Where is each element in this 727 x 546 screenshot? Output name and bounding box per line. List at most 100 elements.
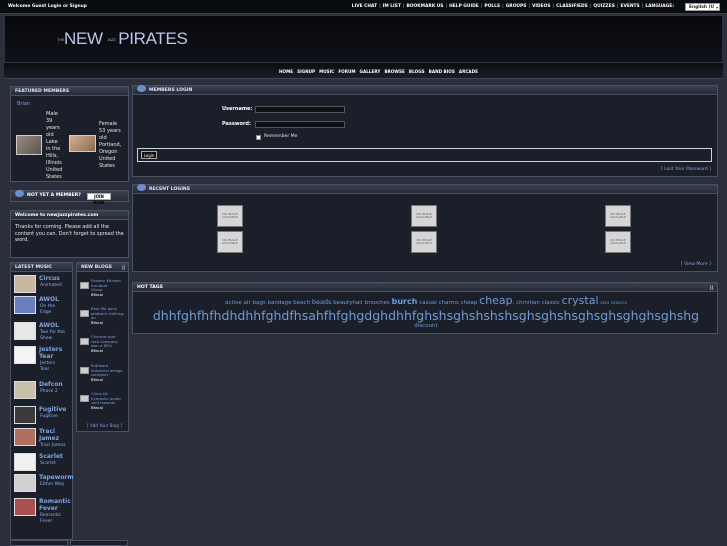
top-link-events[interactable]: EVENTS: [619, 0, 640, 14]
top-link-help[interactable]: HELP GUIDE: [448, 0, 480, 14]
nav-signup[interactable]: SIGNUP: [297, 69, 315, 74]
tag-link[interactable]: classic: [542, 300, 560, 306]
tag-link[interactable]: discount: [414, 323, 437, 329]
top-link-groups[interactable]: GROUPS: [505, 0, 528, 14]
tag-link[interactable]: cxcx: [600, 300, 609, 305]
music-title[interactable]: Tapeworm: [39, 474, 74, 481]
blog-thumb[interactable]: [80, 310, 89, 317]
music-title[interactable]: Circus: [39, 275, 60, 282]
login-button[interactable]: Login: [141, 151, 157, 159]
language-select[interactable]: English (U ▾: [685, 3, 720, 11]
music-artist[interactable]: Tear: [40, 367, 49, 373]
recent-login-thumb[interactable]: NO IMAGE AVAILABLE: [217, 231, 243, 253]
music-title[interactable]: Traci: [39, 428, 55, 435]
album-cover[interactable]: [14, 322, 36, 340]
tag-link[interactable]: cheap: [479, 294, 513, 307]
blog-text[interactable]: Blue life pony platform clothing on BYacol: [91, 306, 127, 325]
collapse-icon[interactable]: ||: [710, 283, 713, 292]
tag-link[interactable]: beach: [293, 300, 310, 306]
blog-author[interactable]: BYacol: [91, 348, 103, 353]
music-title[interactable]: AWOL: [39, 322, 59, 329]
blog-text[interactable]: Chinese spot rock company won a 80% BYacol: [91, 334, 127, 353]
blog-text[interactable]: China Dc hydraulic pump sent inwards BYacol: [91, 391, 127, 410]
album-cover[interactable]: [14, 474, 36, 492]
nav-home[interactable]: HOME: [279, 69, 293, 74]
tag-link[interactable]: cheap: [461, 300, 478, 306]
recent-login-thumb[interactable]: NO IMAGE AVAILABLE: [411, 205, 437, 227]
music-artist[interactable]: Scarlet: [40, 461, 56, 467]
blog-text[interactable]: Ruthkara industrial design company BYacol: [91, 363, 127, 382]
album-cover[interactable]: [14, 453, 36, 471]
blog-author[interactable]: BYacol: [91, 292, 103, 297]
music-title-2[interactable]: Tear: [39, 353, 53, 360]
blog-thumb[interactable]: [80, 367, 89, 374]
view-more-link[interactable]: [ View More ]: [681, 262, 711, 267]
music-title[interactable]: AWOL: [39, 296, 59, 303]
music-title[interactable]: Defcon: [39, 381, 63, 388]
blog-thumb[interactable]: [80, 395, 89, 402]
tag-link[interactable]: christian: [516, 300, 540, 306]
top-link-videos[interactable]: VIDEOS: [531, 0, 552, 14]
music-title[interactable]: Romantic: [39, 498, 71, 505]
nav-browse[interactable]: BROWSE: [384, 69, 404, 74]
site-logo[interactable]: THENEW JAZZ PIRATES: [57, 29, 188, 49]
tag-link[interactable]: hair: [352, 300, 363, 306]
music-artist[interactable]: Phase 2: [40, 389, 58, 395]
member-avatar-putergirl[interactable]: [69, 135, 96, 152]
nav-blogs[interactable]: BLOGS: [409, 69, 425, 74]
lost-password-link[interactable]: [ Lost Your Password ]: [661, 167, 711, 172]
recent-login-thumb[interactable]: NO IMAGE AVAILABLE: [605, 231, 631, 253]
tag-link[interactable]: beads: [312, 298, 332, 306]
top-link-bookmark[interactable]: BOOKMARK US: [405, 0, 444, 14]
music-artist[interactable]: Edge: [40, 310, 51, 316]
nav-arcade[interactable]: ARCADE: [459, 69, 478, 74]
album-cover[interactable]: [14, 406, 36, 424]
blog-author[interactable]: BYacol: [91, 377, 103, 382]
top-link-quizzes[interactable]: QUIZZES: [592, 0, 615, 14]
tag-link[interactable]: air bags: [244, 300, 266, 306]
album-cover[interactable]: [14, 498, 36, 516]
nav-music[interactable]: MUSIC: [319, 69, 334, 74]
top-link-polls[interactable]: POLLS: [483, 0, 501, 14]
member-avatar-brian[interactable]: [16, 135, 42, 155]
top-link-classifieds[interactable]: CLASSIFIEDS: [555, 0, 589, 14]
music-artist[interactable]: Show: [40, 336, 52, 342]
tag-link[interactable]: charms: [439, 300, 459, 306]
music-artist[interactable]: Fever: [40, 519, 52, 525]
tag-link[interactable]: active: [225, 300, 242, 306]
album-cover[interactable]: [14, 346, 36, 364]
tag-link[interactable]: dhhfghfhfhdhdhhfghdfhsahfhfghgdghdhhfghs…: [153, 308, 699, 323]
music-artist[interactable]: Traci Jamez: [40, 443, 65, 449]
album-cover[interactable]: [14, 381, 36, 399]
blog-author[interactable]: BYacol: [91, 405, 103, 410]
recent-login-thumb[interactable]: NO IMAGE AVAILABLE: [411, 231, 437, 253]
music-title-2[interactable]: Jamez: [39, 435, 59, 442]
recent-login-thumb[interactable]: NO IMAGE AVAILABLE: [605, 205, 631, 227]
remember-me-checkbox[interactable]: [256, 135, 261, 140]
password-input[interactable]: [255, 121, 345, 128]
music-title-2[interactable]: Fever: [39, 505, 58, 512]
music-artist[interactable]: Animated: [40, 283, 62, 289]
music-title[interactable]: Jesters: [39, 346, 62, 353]
nav-forum[interactable]: FORUM: [338, 69, 355, 74]
tag-link[interactable]: casual: [419, 300, 437, 306]
blog-thumb[interactable]: [80, 338, 89, 345]
album-cover[interactable]: [14, 275, 36, 293]
top-link-im-list[interactable]: IM LIST: [382, 0, 402, 14]
blog-author[interactable]: BYacol: [91, 320, 103, 325]
music-artist[interactable]: Either Way: [40, 482, 64, 488]
nav-gallery[interactable]: GALLERY: [360, 69, 381, 74]
blog-thumb[interactable]: [80, 282, 89, 289]
username-input[interactable]: [255, 106, 345, 113]
music-title[interactable]: Fugitive: [39, 406, 66, 413]
login-signup-link[interactable]: Login or Signup: [48, 4, 87, 9]
tag-link[interactable]: brooches: [365, 300, 390, 306]
recent-login-thumb[interactable]: NO IMAGE AVAILABLE: [217, 205, 243, 227]
blog-text[interactable]: Eastern Kitchen furniture Group BYacol: [91, 278, 127, 297]
member-name-brian[interactable]: Brian: [17, 101, 30, 107]
collapse-icon[interactable]: ||: [122, 263, 125, 272]
tag-link[interactable]: beauty: [333, 300, 352, 306]
tag-link[interactable]: crystal: [562, 294, 599, 307]
album-cover[interactable]: [14, 296, 36, 314]
top-link-live-chat[interactable]: LIVE CHAT: [351, 0, 378, 14]
